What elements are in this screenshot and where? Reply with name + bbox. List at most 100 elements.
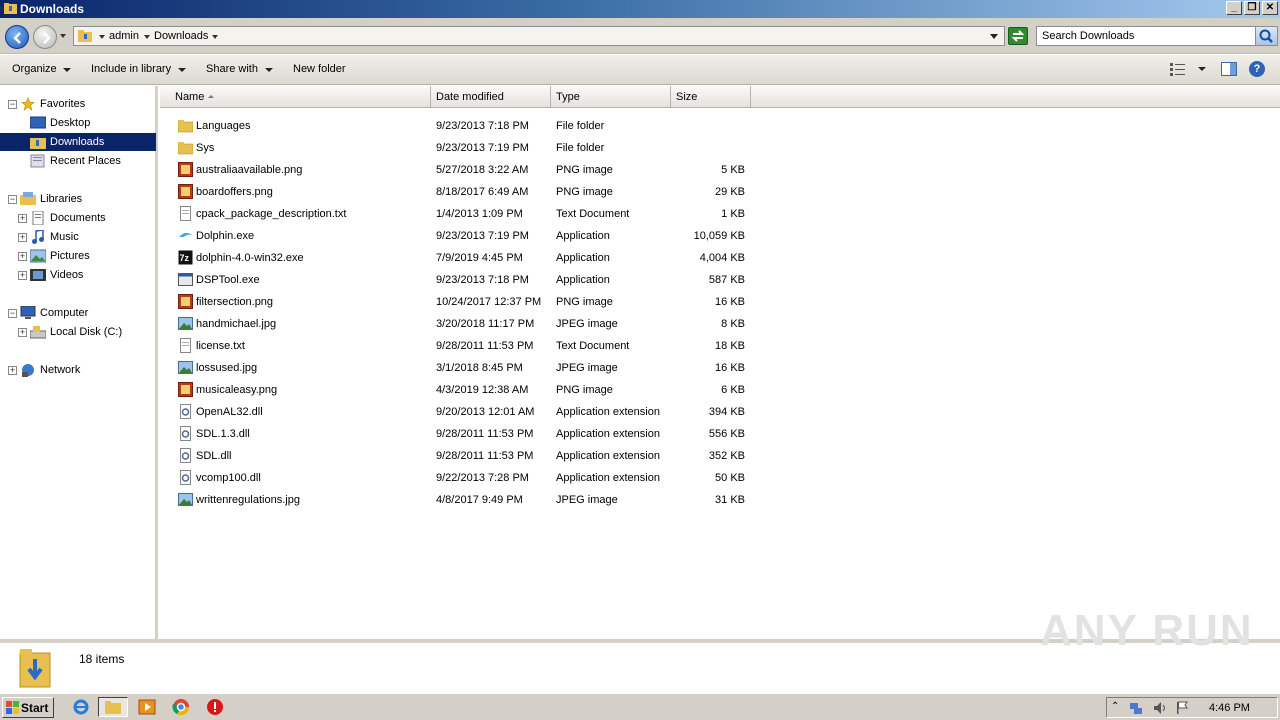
- nav-desktop[interactable]: Desktop: [0, 114, 156, 132]
- nav-recent-places[interactable]: Recent Places: [0, 152, 156, 170]
- nav-libraries[interactable]: − Libraries: [0, 190, 156, 208]
- file-date-modified: 10/24/2017 12:37 PM: [436, 296, 542, 308]
- file-name: SDL.1.3.dll: [196, 428, 250, 440]
- minimize-button[interactable]: _: [1226, 1, 1242, 15]
- back-button[interactable]: [5, 25, 29, 49]
- breadcrumb-admin[interactable]: admin: [109, 30, 139, 42]
- file-row[interactable]: OpenAL32.dll 9/20/2013 12:01 AM Applicatio…: [160, 401, 760, 423]
- file-row[interactable]: handmichael.jpg 3/20/2018 11:17 PM JPEG im…: [160, 313, 760, 335]
- column-header-name[interactable]: Name: [160, 86, 431, 108]
- file-size: 18 KB: [715, 340, 745, 352]
- crumb-separator-icon[interactable]: [144, 35, 150, 39]
- file-size: 556 KB: [708, 428, 745, 440]
- internet-explorer-icon[interactable]: [72, 698, 90, 716]
- column-header-type[interactable]: Type: [551, 86, 671, 108]
- hard-disk-icon: [30, 326, 46, 339]
- file-row[interactable]: boardoffers.png 8/18/2017 6:49 AM PNG imag…: [160, 181, 760, 203]
- expand-icon[interactable]: +: [18, 233, 27, 242]
- restore-button[interactable]: ❐: [1244, 1, 1260, 15]
- media-player-icon[interactable]: [138, 698, 156, 716]
- nav-local-disk[interactable]: + Local Disk (C:): [0, 323, 156, 341]
- file-row[interactable]: Dolphin.exe 9/23/2013 7:19 PM Application 1…: [160, 225, 760, 247]
- crumb-separator-icon[interactable]: [212, 35, 218, 39]
- file-date-modified: 9/23/2013 7:18 PM: [436, 120, 529, 132]
- file-date-modified: 4/3/2019 12:38 AM: [436, 384, 529, 396]
- command-bar: Organize Include in library Share with N…: [0, 55, 1280, 85]
- organize-button[interactable]: Organize: [12, 63, 57, 75]
- crumb-separator-icon[interactable]: [99, 35, 105, 39]
- file-date-modified: 3/1/2018 8:45 PM: [436, 362, 523, 374]
- file-row[interactable]: Sys 9/23/2013 7:19 PM File folder: [160, 137, 760, 159]
- search-box[interactable]: [1036, 26, 1278, 46]
- file-row[interactable]: SDL.dll 9/28/2011 11:53 PM Application ext…: [160, 445, 760, 467]
- expand-icon[interactable]: +: [18, 214, 27, 223]
- nav-documents[interactable]: + Documents: [0, 209, 156, 227]
- file-date-modified: 9/23/2013 7:19 PM: [436, 142, 529, 154]
- file-name: handmichael.jpg: [196, 318, 277, 330]
- recent-pages-dropdown-icon[interactable]: [60, 34, 66, 38]
- new-folder-button[interactable]: New folder: [293, 63, 346, 75]
- column-header-size[interactable]: Size: [671, 86, 751, 108]
- close-button[interactable]: ✕: [1262, 1, 1278, 15]
- file-row[interactable]: Languages 9/23/2013 7:18 PM File folder: [160, 115, 760, 137]
- show-hidden-icons-icon[interactable]: ⌃: [1111, 701, 1125, 715]
- address-dropdown-icon[interactable]: [990, 34, 998, 39]
- chrome-icon[interactable]: [172, 698, 190, 716]
- nav-downloads[interactable]: Downloads: [0, 133, 156, 151]
- collapse-icon[interactable]: −: [8, 309, 17, 318]
- column-header-name-label: Name: [175, 91, 205, 103]
- file-row[interactable]: lossused.jpg 3/1/2018 8:45 PM JPEG image 16…: [160, 357, 760, 379]
- address-bar[interactable]: admin Downloads: [73, 26, 1005, 46]
- taskbar-explorer-button[interactable]: [98, 697, 128, 717]
- file-row[interactable]: writtenregulations.jpg 4/8/2017 9:49 PM JP…: [160, 489, 760, 511]
- forward-button[interactable]: [33, 25, 57, 49]
- help-icon[interactable]: ?: [1249, 61, 1265, 77]
- search-input[interactable]: [1037, 27, 1247, 45]
- expand-icon[interactable]: +: [8, 366, 17, 375]
- file-type: PNG image: [556, 384, 613, 396]
- clock[interactable]: 4:46 PM: [1209, 702, 1250, 714]
- collapse-icon[interactable]: −: [8, 195, 17, 204]
- include-in-library-button[interactable]: Include in library: [91, 63, 171, 75]
- breadcrumb-downloads[interactable]: Downloads: [154, 30, 208, 42]
- file-row[interactable]: SDL.1.3.dll 9/28/2011 11:53 PM Application…: [160, 423, 760, 445]
- file-row[interactable]: filtersection.png 10/24/2017 12:37 PM PNG …: [160, 291, 760, 313]
- file-row[interactable]: australiaavailable.png 5/27/2018 3:22 AM P…: [160, 159, 760, 181]
- nav-network[interactable]: + Network: [0, 361, 156, 379]
- refresh-icon: [1011, 30, 1025, 42]
- file-row[interactable]: 7z dolphin-4.0-win32.exe 7/9/2019 4:45 PM A…: [160, 247, 760, 269]
- preview-pane-icon[interactable]: [1221, 62, 1237, 76]
- view-options-dropdown-icon[interactable]: [1198, 67, 1206, 71]
- file-row[interactable]: DSPTool.exe 9/23/2013 7:18 PM Application 5…: [160, 269, 760, 291]
- dolphin-file-icon: [178, 228, 193, 243]
- expand-icon[interactable]: +: [18, 252, 27, 261]
- nav-videos[interactable]: + Videos: [0, 266, 156, 284]
- file-name: filtersection.png: [196, 296, 274, 308]
- file-size: 4,004 KB: [699, 252, 745, 264]
- security-app-icon[interactable]: [206, 698, 224, 716]
- nav-favorites-label: Favorites: [40, 98, 86, 110]
- column-header-date[interactable]: Date modified: [431, 86, 551, 108]
- file-row[interactable]: musicaleasy.png 4/3/2019 12:38 AM PNG imag…: [160, 379, 760, 401]
- start-button[interactable]: Start: [2, 697, 54, 718]
- expand-icon[interactable]: +: [18, 328, 27, 337]
- nav-computer[interactable]: − Computer: [0, 304, 156, 322]
- file-size: 352 KB: [708, 450, 745, 462]
- nav-music[interactable]: + Music: [0, 228, 156, 246]
- network-status-icon[interactable]: [1129, 701, 1143, 715]
- file-row[interactable]: cpack_package_description.txt 1/4/2013 1:…: [160, 203, 760, 225]
- collapse-icon[interactable]: −: [8, 100, 17, 109]
- action-center-flag-icon[interactable]: [1175, 701, 1189, 715]
- nav-favorites[interactable]: − Favorites: [0, 95, 156, 113]
- file-row[interactable]: vcomp100.dll 9/22/2013 7:28 PM Application…: [160, 467, 760, 489]
- folder-file-icon: [177, 140, 194, 155]
- share-with-button[interactable]: Share with: [206, 63, 258, 75]
- nav-pictures[interactable]: + Pictures: [0, 247, 156, 265]
- dll-file-icon: [178, 470, 193, 485]
- volume-icon[interactable]: [1153, 701, 1167, 715]
- change-view-icon[interactable]: [1170, 63, 1186, 76]
- search-button[interactable]: [1255, 27, 1277, 45]
- file-row[interactable]: license.txt 9/28/2011 11:53 PM Text Docume…: [160, 335, 760, 357]
- expand-icon[interactable]: +: [18, 271, 27, 280]
- refresh-button[interactable]: [1008, 27, 1028, 45]
